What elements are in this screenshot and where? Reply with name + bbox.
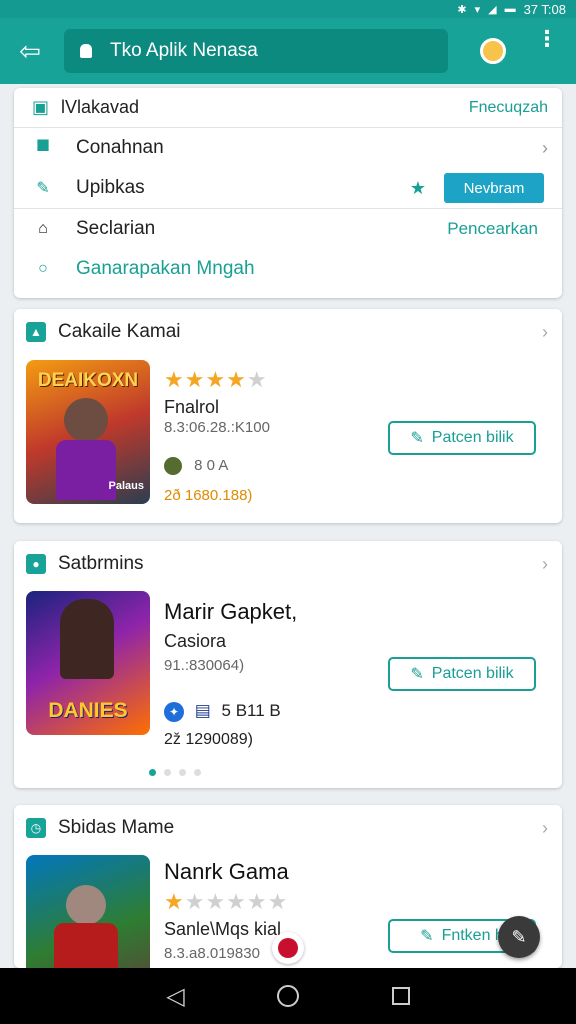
- pencil-icon: ✎: [410, 666, 424, 683]
- back-icon[interactable]: ⇦: [0, 18, 60, 84]
- menu-action-button[interactable]: Nevbram: [444, 173, 544, 203]
- menu-header: ▣ lVlakavad Fnecuqzah: [14, 88, 562, 128]
- cover-subtitle-text: Palaus: [108, 480, 144, 492]
- game-rating: ★★★★★★: [164, 889, 288, 915]
- section-title: Sbidas Mame: [58, 817, 175, 838]
- clipboard-icon: ▣: [32, 97, 50, 117]
- location-pin-icon: ⯀: [36, 139, 50, 156]
- chevron-right-icon: ›: [542, 553, 548, 574]
- game-action-button[interactable]: ✎ Patcen bilik: [388, 657, 536, 691]
- chevron-right-icon: ›: [542, 137, 548, 158]
- game-meta-text: 8 0 A: [194, 457, 229, 474]
- button-label: Patcen bilik: [431, 429, 514, 446]
- menu-item-label: Seclarian: [76, 218, 156, 239]
- coin-icon[interactable]: [480, 38, 506, 64]
- carousel-dot[interactable]: [164, 769, 171, 776]
- section-header[interactable]: ● Satbrmins ›: [14, 541, 562, 587]
- carousel-dot[interactable]: [149, 769, 156, 776]
- wifi-icon: ▾: [474, 3, 481, 16]
- game-count: 2ž 1290089): [164, 731, 253, 748]
- cover-character: [60, 599, 114, 679]
- section-title: Cakaile Kamai: [58, 321, 181, 342]
- bluetooth-icon: ✱: [457, 3, 467, 16]
- home-outline-icon: ⌂: [38, 220, 48, 237]
- carousel-dots: [149, 769, 201, 776]
- category-icon: [164, 457, 182, 476]
- section-header[interactable]: ◷ Sbidas Mame ›: [14, 805, 562, 851]
- menu-card: ▣ lVlakavad Fnecuqzah ⯀ Conahnan › ✎ Upi…: [14, 88, 562, 298]
- lock-icon: [80, 44, 92, 58]
- game-meta-text: 5 B11 B: [221, 701, 281, 720]
- menu-item-2[interactable]: ✎ Upibkas ★ Nevbram: [14, 168, 562, 208]
- game-code: 8.3.a8.019830: [164, 945, 260, 962]
- section-title: Satbrmins: [58, 553, 144, 574]
- circle-icon: ○: [38, 260, 48, 277]
- clock-icon: ◷: [26, 818, 46, 838]
- game-cover-image[interactable]: DEAIKOXN Palaus: [26, 360, 150, 504]
- more-icon[interactable]: ⋮: [536, 28, 558, 50]
- game-subtitle: Sanle\Mqs kial: [164, 919, 282, 939]
- edit-fab-icon[interactable]: ✎: [498, 916, 540, 958]
- chevron-right-icon: ›: [542, 817, 548, 838]
- drop-icon: ●: [26, 554, 46, 574]
- chart-icon: ▤: [194, 701, 211, 720]
- game-title: Nanrk Gama: [164, 859, 289, 884]
- rating-stars: ★★★★★: [164, 367, 268, 392]
- rating-stars: ★★★★★★: [164, 889, 289, 914]
- game-meta: ✦ ▤ 5 B11 B: [164, 701, 281, 722]
- nav-recents-icon[interactable]: [391, 987, 410, 1005]
- menu-item-label: Ganarapakan Mngah: [76, 258, 255, 279]
- system-nav-bar: ◁: [0, 968, 576, 1024]
- game-code: 8.3:06.28.:K100: [164, 419, 270, 436]
- nav-home-icon[interactable]: [277, 985, 300, 1007]
- menu-header-link[interactable]: Fnecuqzah: [469, 99, 548, 117]
- pencil-icon: ✎: [410, 430, 424, 447]
- cover-title-text: DEAIKOXN: [37, 370, 139, 391]
- menu-item-1[interactable]: ⯀ Conahnan ›: [14, 128, 562, 168]
- game-title: Marir Gapket,: [164, 599, 298, 624]
- edit-icon: ✎: [36, 180, 50, 197]
- menu-item-3[interactable]: ⌂ Seclarian Pencearkan: [14, 209, 562, 249]
- game-action-button[interactable]: ✎ Patcen bilik: [388, 421, 536, 455]
- menu-item-label: Upibkas: [76, 177, 145, 198]
- chevron-right-icon: ›: [542, 321, 548, 342]
- carousel-dot[interactable]: [179, 769, 186, 776]
- app-bar: ⇦ Tko Aplik Nenasa ⋮: [0, 18, 576, 84]
- star-flag-icon: ★: [409, 177, 426, 198]
- game-meta: 8 0 A: [164, 457, 229, 476]
- status-bar: ✱ ▾ ◢ ▬ 37 T:08: [0, 0, 576, 18]
- game-section-2: ● Satbrmins › DANIES Marir Gapket, Casio…: [14, 541, 562, 788]
- cover-character-body: [56, 440, 116, 500]
- ladybug-badge-icon[interactable]: [272, 932, 304, 964]
- game-section-1: ▲ Cakaile Kamai › DEAIKOXN Palaus ★★★★★ …: [14, 309, 562, 523]
- button-label: Fntken h: [441, 927, 504, 944]
- game-code: 91.:830064): [164, 657, 245, 674]
- wrench-icon: ✦: [164, 702, 184, 722]
- game-subtitle: Casiora: [164, 631, 227, 651]
- game-cover-image[interactable]: [26, 855, 150, 968]
- carousel-dot[interactable]: [194, 769, 201, 776]
- cover-character: [64, 398, 108, 442]
- battery-icon: ▬: [504, 3, 516, 15]
- cover-title-text: DANIES: [48, 699, 128, 722]
- game-title: Fnalrol: [164, 397, 220, 417]
- cover-character-body: [54, 923, 118, 968]
- game-icon: ▲: [26, 322, 46, 342]
- search-text: Tko Aplik Nenasa: [110, 40, 258, 61]
- pencil-icon: ✎: [420, 928, 434, 945]
- button-label: Patcen bilik: [431, 665, 514, 682]
- status-time: 37 T:08: [523, 1, 566, 17]
- menu-item-link[interactable]: Pencearkan: [447, 219, 538, 239]
- section-header[interactable]: ▲ Cakaile Kamai ›: [14, 309, 562, 355]
- game-info: ★★★★★: [164, 367, 268, 393]
- search-bar[interactable]: Tko Aplik Nenasa: [64, 29, 448, 73]
- cover-character: [66, 885, 106, 925]
- menu-item-4[interactable]: ○ Ganarapakan Mngah: [14, 249, 562, 289]
- nav-back-icon[interactable]: ◁: [166, 982, 184, 1011]
- signal-icon: ◢: [488, 3, 497, 16]
- game-cover-image[interactable]: DANIES: [26, 591, 150, 735]
- game-count: 2ð 1680.188): [164, 487, 253, 504]
- menu-item-label: Conahnan: [76, 137, 164, 158]
- menu-header-label: lVlakavad: [61, 97, 140, 117]
